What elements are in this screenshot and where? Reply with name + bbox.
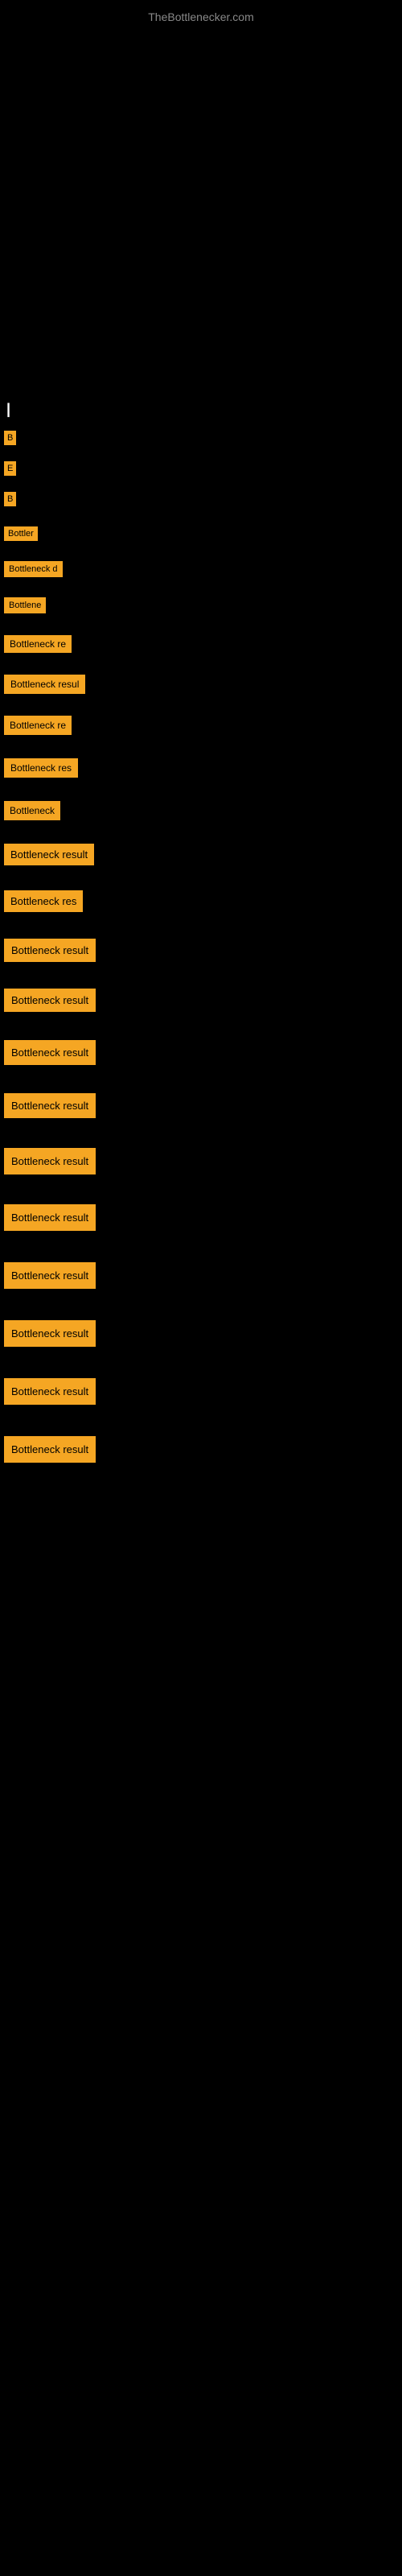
bottleneck-list: B E B Bottler Bottleneck d Bottlene Bott… — [0, 427, 402, 1471]
list-item[interactable]: Bottleneck result — [0, 1432, 402, 1471]
cursor: | — [6, 401, 10, 418]
list-item[interactable]: Bottleneck result — [0, 840, 402, 873]
bottleneck-badge[interactable]: Bottleneck re — [4, 635, 72, 653]
list-item[interactable]: Bottlene — [0, 593, 402, 621]
bottleneck-badge[interactable]: Bottleneck result — [4, 844, 94, 865]
bottleneck-badge[interactable]: Bottleneck result — [4, 939, 96, 962]
list-item[interactable]: Bottleneck result — [0, 1316, 402, 1355]
bottleneck-badge[interactable]: Bottleneck result — [4, 1148, 96, 1174]
bottleneck-badge[interactable]: Bottleneck result — [4, 1378, 96, 1405]
bottleneck-badge[interactable]: Bottler — [4, 526, 38, 541]
bottleneck-badge[interactable]: Bottleneck result — [4, 989, 96, 1012]
bottleneck-badge[interactable]: Bottleneck res — [4, 758, 78, 778]
list-item[interactable]: Bottleneck result — [0, 1200, 402, 1239]
bottleneck-badge[interactable]: Bottleneck result — [4, 1093, 96, 1118]
list-item[interactable]: Bottleneck result — [0, 1036, 402, 1073]
list-item[interactable]: E — [0, 457, 402, 484]
list-item[interactable]: Bottleneck result — [0, 1258, 402, 1297]
bottleneck-badge[interactable]: Bottleneck result — [4, 1436, 96, 1463]
page-container: TheBottlenecker.com | B E B Bottler Bott… — [0, 0, 402, 2576]
list-item[interactable]: Bottleneck res — [0, 886, 402, 920]
list-item[interactable]: Bottleneck d — [0, 557, 402, 585]
list-item[interactable]: Bottleneck res — [0, 754, 402, 786]
bottleneck-badge[interactable]: Bottleneck result — [4, 1262, 96, 1289]
bottleneck-badge[interactable]: Bottleneck re — [4, 716, 72, 735]
bottleneck-badge[interactable]: Bottleneck — [4, 801, 60, 820]
list-item[interactable]: Bottleneck result — [0, 1374, 402, 1413]
bottleneck-badge[interactable]: Bottleneck result — [4, 1040, 96, 1065]
list-item[interactable]: Bottler — [0, 522, 402, 549]
list-item[interactable]: Bottleneck re — [0, 712, 402, 743]
bottleneck-badge[interactable]: B — [4, 431, 16, 445]
bottleneck-badge[interactable]: E — [4, 461, 16, 476]
site-title: TheBottlenecker.com — [0, 4, 402, 30]
list-item[interactable]: Bottleneck result — [0, 1089, 402, 1126]
list-item[interactable]: Bottleneck result — [0, 935, 402, 970]
list-item[interactable]: Bottleneck re — [0, 631, 402, 661]
list-item[interactable]: Bottleneck result — [0, 1144, 402, 1183]
list-item[interactable]: Bottleneck resul — [0, 671, 402, 702]
bottleneck-badge[interactable]: Bottleneck resul — [4, 675, 85, 694]
bottleneck-badge[interactable]: Bottleneck d — [4, 561, 63, 577]
list-item[interactable]: Bottleneck — [0, 797, 402, 828]
bottleneck-badge[interactable]: Bottleneck res — [4, 890, 83, 912]
bottleneck-badge[interactable]: Bottleneck result — [4, 1320, 96, 1347]
bottleneck-badge[interactable]: B — [4, 492, 16, 506]
list-item[interactable]: B — [0, 427, 402, 453]
list-item[interactable]: Bottleneck result — [0, 985, 402, 1020]
bottleneck-badge[interactable]: Bottleneck result — [4, 1204, 96, 1231]
bottleneck-badge[interactable]: Bottlene — [4, 597, 46, 613]
list-item[interactable]: B — [0, 488, 402, 514]
